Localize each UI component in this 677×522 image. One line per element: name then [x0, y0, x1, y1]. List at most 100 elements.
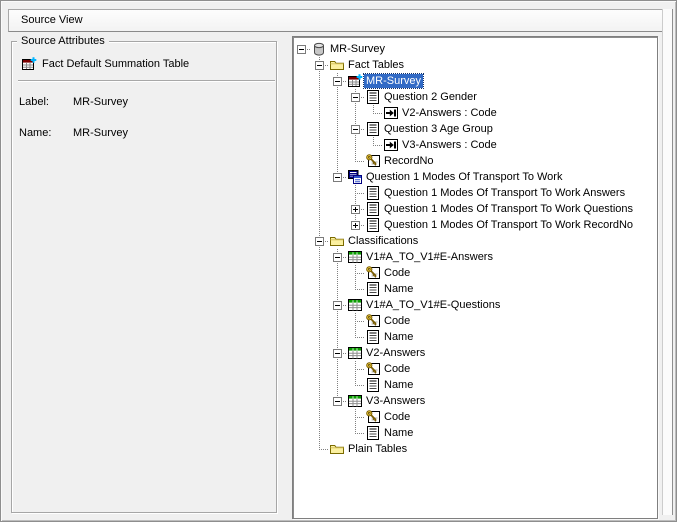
tree-expander-minus[interactable]	[333, 253, 342, 262]
tree-item[interactable]: RecordNo	[295, 153, 655, 169]
database-icon	[311, 41, 327, 57]
tree-guide-line	[337, 153, 338, 169]
tree-item[interactable]: Question 1 Modes Of Transport To Work Re…	[295, 217, 655, 233]
tree-item-label[interactable]: RecordNo	[382, 154, 436, 168]
tree-guide-line	[373, 113, 382, 114]
key-icon	[365, 265, 381, 281]
tree-item[interactable]: Fact Tables	[295, 57, 655, 73]
tree-guide-line	[319, 281, 320, 297]
tree-item[interactable]: Code	[295, 313, 655, 329]
tree-item-label[interactable]: Question 1 Modes Of Transport To Work	[364, 170, 564, 184]
tree-item-label[interactable]: V3-Answers : Code	[400, 138, 499, 152]
tree-expander-minus[interactable]	[315, 61, 324, 70]
tree-expander-plus[interactable]	[351, 221, 360, 230]
tree-expander-minus[interactable]	[333, 349, 342, 358]
tree-item[interactable]: Plain Tables	[295, 441, 655, 457]
tree-item-label[interactable]: Name	[382, 378, 415, 392]
tree-expander-minus[interactable]	[333, 77, 342, 86]
tree-item[interactable]: V1#A_TO_V1#E-Questions	[295, 297, 655, 313]
tree-item[interactable]: Code	[295, 361, 655, 377]
tree-item-label[interactable]: Classifications	[346, 234, 420, 248]
tree-item-label[interactable]: Question 1 Modes Of Transport To Work An…	[382, 186, 627, 200]
key-icon	[365, 409, 381, 425]
tree-item-label[interactable]: V1#A_TO_V1#E-Questions	[364, 298, 502, 312]
tree-expander-plus[interactable]	[351, 205, 360, 214]
tree-expander-minus[interactable]	[333, 397, 342, 406]
tree-item[interactable]: V3-Answers : Code	[295, 137, 655, 153]
tree-item-label[interactable]: V3-Answers	[364, 394, 427, 408]
source-tree[interactable]: MR-Survey Fact Tables MR-Survey Question 2 …	[292, 36, 658, 519]
list-icon	[365, 89, 381, 105]
tree-item-label[interactable]: Question 3 Age Group	[382, 122, 495, 136]
tree-expander-minus[interactable]	[297, 45, 306, 54]
tree-guide-line	[319, 393, 320, 409]
tree-item[interactable]: Name	[295, 329, 655, 345]
tree-item[interactable]: Code	[295, 265, 655, 281]
tree-item-label[interactable]: V2-Answers	[364, 346, 427, 360]
tree-item-label[interactable]: MR-Survey	[328, 42, 387, 56]
tree-expander-minus[interactable]	[315, 237, 324, 246]
tree-item-label[interactable]: Code	[382, 266, 412, 280]
tree-guide-line	[319, 73, 320, 89]
tree-item-label[interactable]: Question 2 Gender	[382, 90, 479, 104]
tree-item[interactable]: V1#A_TO_V1#E-Answers	[295, 249, 655, 265]
tree-item-label[interactable]: MR-Survey	[364, 74, 423, 88]
tree-guide-line	[319, 153, 320, 169]
tree-guide-line	[319, 89, 320, 105]
tree-guide-line	[319, 137, 320, 153]
tree-item-label[interactable]: Question 1 Modes Of Transport To Work Re…	[382, 218, 635, 232]
list-icon	[365, 201, 381, 217]
tree-expander-minus[interactable]	[351, 93, 360, 102]
tree-guide-line	[355, 337, 364, 338]
tree-guide-line	[337, 105, 338, 121]
tree-item-label[interactable]: V2-Answers : Code	[400, 106, 499, 120]
tree-item-label[interactable]: V1#A_TO_V1#E-Answers	[364, 250, 495, 264]
tree-item-label[interactable]: Code	[382, 410, 412, 424]
tree-item[interactable]: Question 1 Modes Of Transport To Work An…	[295, 185, 655, 201]
tree-item-label[interactable]: Name	[382, 426, 415, 440]
fact-table-icon	[347, 73, 363, 89]
tree-item[interactable]: MR-Survey	[295, 41, 655, 57]
tree-item-label[interactable]: Name	[382, 282, 415, 296]
list-icon	[365, 329, 381, 345]
tree-item[interactable]: Name	[295, 377, 655, 393]
tree-guide-line	[355, 385, 364, 386]
tree-item-label[interactable]: Name	[382, 330, 415, 344]
tree-expander-minus[interactable]	[351, 125, 360, 134]
tree-item-label[interactable]: Code	[382, 314, 412, 328]
class-table-icon	[347, 393, 363, 409]
multi-table-icon	[347, 169, 363, 185]
tree-guide-line	[319, 249, 320, 265]
tree-item-label[interactable]: Fact Tables	[346, 58, 406, 72]
tree-guide-line	[319, 297, 320, 313]
tree-expander-minus[interactable]	[333, 173, 342, 182]
tree-expander-minus[interactable]	[333, 301, 342, 310]
tree-item[interactable]: V2-Answers	[295, 345, 655, 361]
folder-icon	[329, 441, 345, 457]
tree-guide-line	[319, 377, 320, 393]
tree-item-label[interactable]: Code	[382, 362, 412, 376]
tree-item[interactable]: Question 1 Modes Of Transport To Work	[295, 169, 655, 185]
tree-item[interactable]: Question 1 Modes Of Transport To Work Qu…	[295, 201, 655, 217]
list-icon	[365, 121, 381, 137]
tree-item[interactable]: MR-Survey	[295, 73, 655, 89]
tree-guide-line	[355, 105, 356, 121]
tree-item[interactable]: V3-Answers	[295, 393, 655, 409]
list-icon	[365, 425, 381, 441]
tree-guide-line	[355, 417, 364, 418]
tree-guide-line	[355, 433, 364, 434]
tree-item-label[interactable]: Plain Tables	[346, 442, 409, 456]
tree-item[interactable]: Code	[295, 409, 655, 425]
tree-guide-line	[337, 265, 338, 281]
tree-item[interactable]: Question 2 Gender	[295, 89, 655, 105]
tree-item[interactable]: Name	[295, 425, 655, 441]
tree-item[interactable]: Name	[295, 281, 655, 297]
label-field-value: MR-Survey	[73, 96, 128, 108]
pane-title: Source View	[21, 14, 83, 26]
tree-item[interactable]: Question 3 Age Group	[295, 121, 655, 137]
tree-item-label[interactable]: Question 1 Modes Of Transport To Work Qu…	[382, 202, 635, 216]
tree-guide-line	[319, 217, 320, 233]
tree-item[interactable]: V2-Answers : Code	[295, 105, 655, 121]
tree-item[interactable]: Classifications	[295, 233, 655, 249]
tree-guide-line	[337, 377, 338, 393]
